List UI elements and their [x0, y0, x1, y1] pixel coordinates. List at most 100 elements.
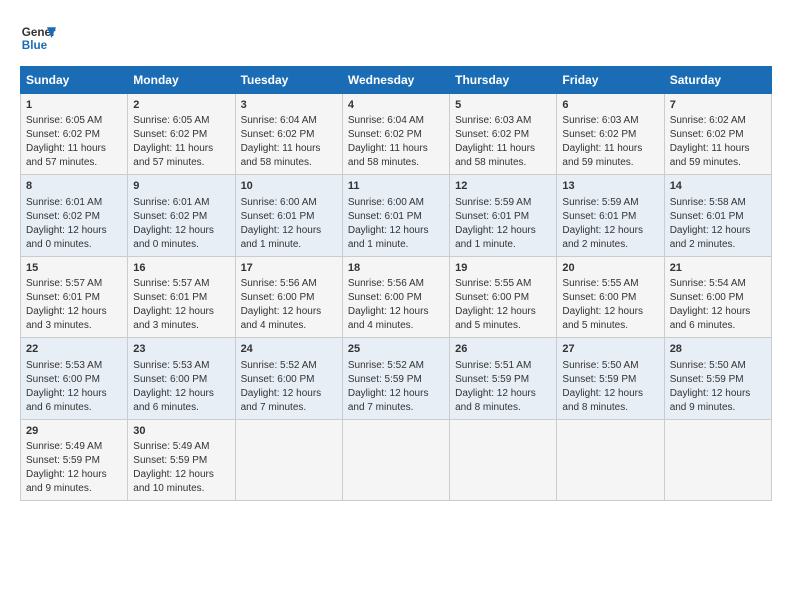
page-header: General Blue [20, 20, 772, 56]
calendar-cell: 11 Sunrise: 6:00 AM Sunset: 6:01 PM Dayl… [342, 175, 449, 256]
day-info: Sunrise: 5:57 AM Sunset: 6:01 PM Dayligh… [133, 277, 229, 333]
svg-text:Blue: Blue [22, 39, 48, 52]
calendar-cell: 5 Sunrise: 6:03 AM Sunset: 6:02 PM Dayli… [450, 94, 557, 175]
day-number: 27 [562, 342, 658, 357]
day-number: 24 [241, 342, 337, 357]
day-number: 3 [241, 98, 337, 113]
calendar-cell: 9 Sunrise: 6:01 AM Sunset: 6:02 PM Dayli… [128, 175, 235, 256]
calendar-cell: 22 Sunrise: 5:53 AM Sunset: 6:00 PM Dayl… [21, 338, 128, 419]
day-info: Sunrise: 6:00 AM Sunset: 6:01 PM Dayligh… [348, 196, 444, 252]
day-info: Sunrise: 5:52 AM Sunset: 6:00 PM Dayligh… [241, 359, 337, 415]
day-info: Sunrise: 6:04 AM Sunset: 6:02 PM Dayligh… [348, 114, 444, 170]
calendar-table: SundayMondayTuesdayWednesdayThursdayFrid… [20, 66, 772, 501]
calendar-cell: 8 Sunrise: 6:01 AM Sunset: 6:02 PM Dayli… [21, 175, 128, 256]
day-info: Sunrise: 5:49 AM Sunset: 5:59 PM Dayligh… [133, 440, 229, 496]
day-number: 19 [455, 261, 551, 276]
day-number: 8 [26, 179, 122, 194]
day-number: 28 [670, 342, 766, 357]
day-info: Sunrise: 6:04 AM Sunset: 6:02 PM Dayligh… [241, 114, 337, 170]
calendar-cell: 1 Sunrise: 6:05 AM Sunset: 6:02 PM Dayli… [21, 94, 128, 175]
calendar-cell [664, 419, 771, 500]
day-number: 22 [26, 342, 122, 357]
column-header-sunday: Sunday [21, 67, 128, 94]
week-row-5: 29 Sunrise: 5:49 AM Sunset: 5:59 PM Dayl… [21, 419, 772, 500]
day-info: Sunrise: 5:57 AM Sunset: 6:01 PM Dayligh… [26, 277, 122, 333]
day-number: 12 [455, 179, 551, 194]
day-number: 15 [26, 261, 122, 276]
day-info: Sunrise: 5:50 AM Sunset: 5:59 PM Dayligh… [670, 359, 766, 415]
calendar-cell: 14 Sunrise: 5:58 AM Sunset: 6:01 PM Dayl… [664, 175, 771, 256]
calendar-cell: 12 Sunrise: 5:59 AM Sunset: 6:01 PM Dayl… [450, 175, 557, 256]
calendar-cell: 4 Sunrise: 6:04 AM Sunset: 6:02 PM Dayli… [342, 94, 449, 175]
day-info: Sunrise: 5:59 AM Sunset: 6:01 PM Dayligh… [562, 196, 658, 252]
column-header-wednesday: Wednesday [342, 67, 449, 94]
day-number: 13 [562, 179, 658, 194]
day-info: Sunrise: 5:51 AM Sunset: 5:59 PM Dayligh… [455, 359, 551, 415]
day-info: Sunrise: 6:05 AM Sunset: 6:02 PM Dayligh… [133, 114, 229, 170]
calendar-cell: 2 Sunrise: 6:05 AM Sunset: 6:02 PM Dayli… [128, 94, 235, 175]
day-number: 17 [241, 261, 337, 276]
column-header-tuesday: Tuesday [235, 67, 342, 94]
day-number: 9 [133, 179, 229, 194]
calendar-cell: 26 Sunrise: 5:51 AM Sunset: 5:59 PM Dayl… [450, 338, 557, 419]
day-info: Sunrise: 5:55 AM Sunset: 6:00 PM Dayligh… [562, 277, 658, 333]
calendar-cell: 10 Sunrise: 6:00 AM Sunset: 6:01 PM Dayl… [235, 175, 342, 256]
day-info: Sunrise: 5:52 AM Sunset: 5:59 PM Dayligh… [348, 359, 444, 415]
calendar-cell: 27 Sunrise: 5:50 AM Sunset: 5:59 PM Dayl… [557, 338, 664, 419]
day-number: 11 [348, 179, 444, 194]
day-info: Sunrise: 5:56 AM Sunset: 6:00 PM Dayligh… [348, 277, 444, 333]
calendar-cell: 20 Sunrise: 5:55 AM Sunset: 6:00 PM Dayl… [557, 256, 664, 337]
calendar-cell: 17 Sunrise: 5:56 AM Sunset: 6:00 PM Dayl… [235, 256, 342, 337]
day-number: 25 [348, 342, 444, 357]
calendar-cell: 13 Sunrise: 5:59 AM Sunset: 6:01 PM Dayl… [557, 175, 664, 256]
calendar-cell: 29 Sunrise: 5:49 AM Sunset: 5:59 PM Dayl… [21, 419, 128, 500]
day-number: 6 [562, 98, 658, 113]
day-info: Sunrise: 5:50 AM Sunset: 5:59 PM Dayligh… [562, 359, 658, 415]
calendar-header-row: SundayMondayTuesdayWednesdayThursdayFrid… [21, 67, 772, 94]
calendar-cell: 15 Sunrise: 5:57 AM Sunset: 6:01 PM Dayl… [21, 256, 128, 337]
calendar-cell: 21 Sunrise: 5:54 AM Sunset: 6:00 PM Dayl… [664, 256, 771, 337]
calendar-cell: 7 Sunrise: 6:02 AM Sunset: 6:02 PM Dayli… [664, 94, 771, 175]
day-info: Sunrise: 6:03 AM Sunset: 6:02 PM Dayligh… [562, 114, 658, 170]
calendar-cell: 16 Sunrise: 5:57 AM Sunset: 6:01 PM Dayl… [128, 256, 235, 337]
calendar-cell: 3 Sunrise: 6:04 AM Sunset: 6:02 PM Dayli… [235, 94, 342, 175]
day-number: 18 [348, 261, 444, 276]
day-number: 10 [241, 179, 337, 194]
calendar-cell: 30 Sunrise: 5:49 AM Sunset: 5:59 PM Dayl… [128, 419, 235, 500]
week-row-3: 15 Sunrise: 5:57 AM Sunset: 6:01 PM Dayl… [21, 256, 772, 337]
day-number: 21 [670, 261, 766, 276]
day-number: 23 [133, 342, 229, 357]
day-number: 29 [26, 424, 122, 439]
calendar-cell: 18 Sunrise: 5:56 AM Sunset: 6:00 PM Dayl… [342, 256, 449, 337]
day-info: Sunrise: 5:59 AM Sunset: 6:01 PM Dayligh… [455, 196, 551, 252]
logo: General Blue [20, 20, 56, 56]
day-number: 7 [670, 98, 766, 113]
day-number: 26 [455, 342, 551, 357]
column-header-thursday: Thursday [450, 67, 557, 94]
day-number: 20 [562, 261, 658, 276]
week-row-4: 22 Sunrise: 5:53 AM Sunset: 6:00 PM Dayl… [21, 338, 772, 419]
week-row-2: 8 Sunrise: 6:01 AM Sunset: 6:02 PM Dayli… [21, 175, 772, 256]
week-row-1: 1 Sunrise: 6:05 AM Sunset: 6:02 PM Dayli… [21, 94, 772, 175]
calendar-cell: 25 Sunrise: 5:52 AM Sunset: 5:59 PM Dayl… [342, 338, 449, 419]
day-number: 2 [133, 98, 229, 113]
calendar-cell: 19 Sunrise: 5:55 AM Sunset: 6:00 PM Dayl… [450, 256, 557, 337]
day-number: 30 [133, 424, 229, 439]
day-info: Sunrise: 5:53 AM Sunset: 6:00 PM Dayligh… [26, 359, 122, 415]
calendar-cell: 23 Sunrise: 5:53 AM Sunset: 6:00 PM Dayl… [128, 338, 235, 419]
calendar-cell [557, 419, 664, 500]
day-number: 1 [26, 98, 122, 113]
day-info: Sunrise: 5:55 AM Sunset: 6:00 PM Dayligh… [455, 277, 551, 333]
calendar-cell [235, 419, 342, 500]
day-info: Sunrise: 5:56 AM Sunset: 6:00 PM Dayligh… [241, 277, 337, 333]
day-number: 16 [133, 261, 229, 276]
column-header-friday: Friday [557, 67, 664, 94]
day-info: Sunrise: 6:02 AM Sunset: 6:02 PM Dayligh… [670, 114, 766, 170]
calendar-cell [450, 419, 557, 500]
calendar-cell: 6 Sunrise: 6:03 AM Sunset: 6:02 PM Dayli… [557, 94, 664, 175]
day-number: 14 [670, 179, 766, 194]
column-header-monday: Monday [128, 67, 235, 94]
column-header-saturday: Saturday [664, 67, 771, 94]
day-info: Sunrise: 6:00 AM Sunset: 6:01 PM Dayligh… [241, 196, 337, 252]
day-info: Sunrise: 6:01 AM Sunset: 6:02 PM Dayligh… [133, 196, 229, 252]
